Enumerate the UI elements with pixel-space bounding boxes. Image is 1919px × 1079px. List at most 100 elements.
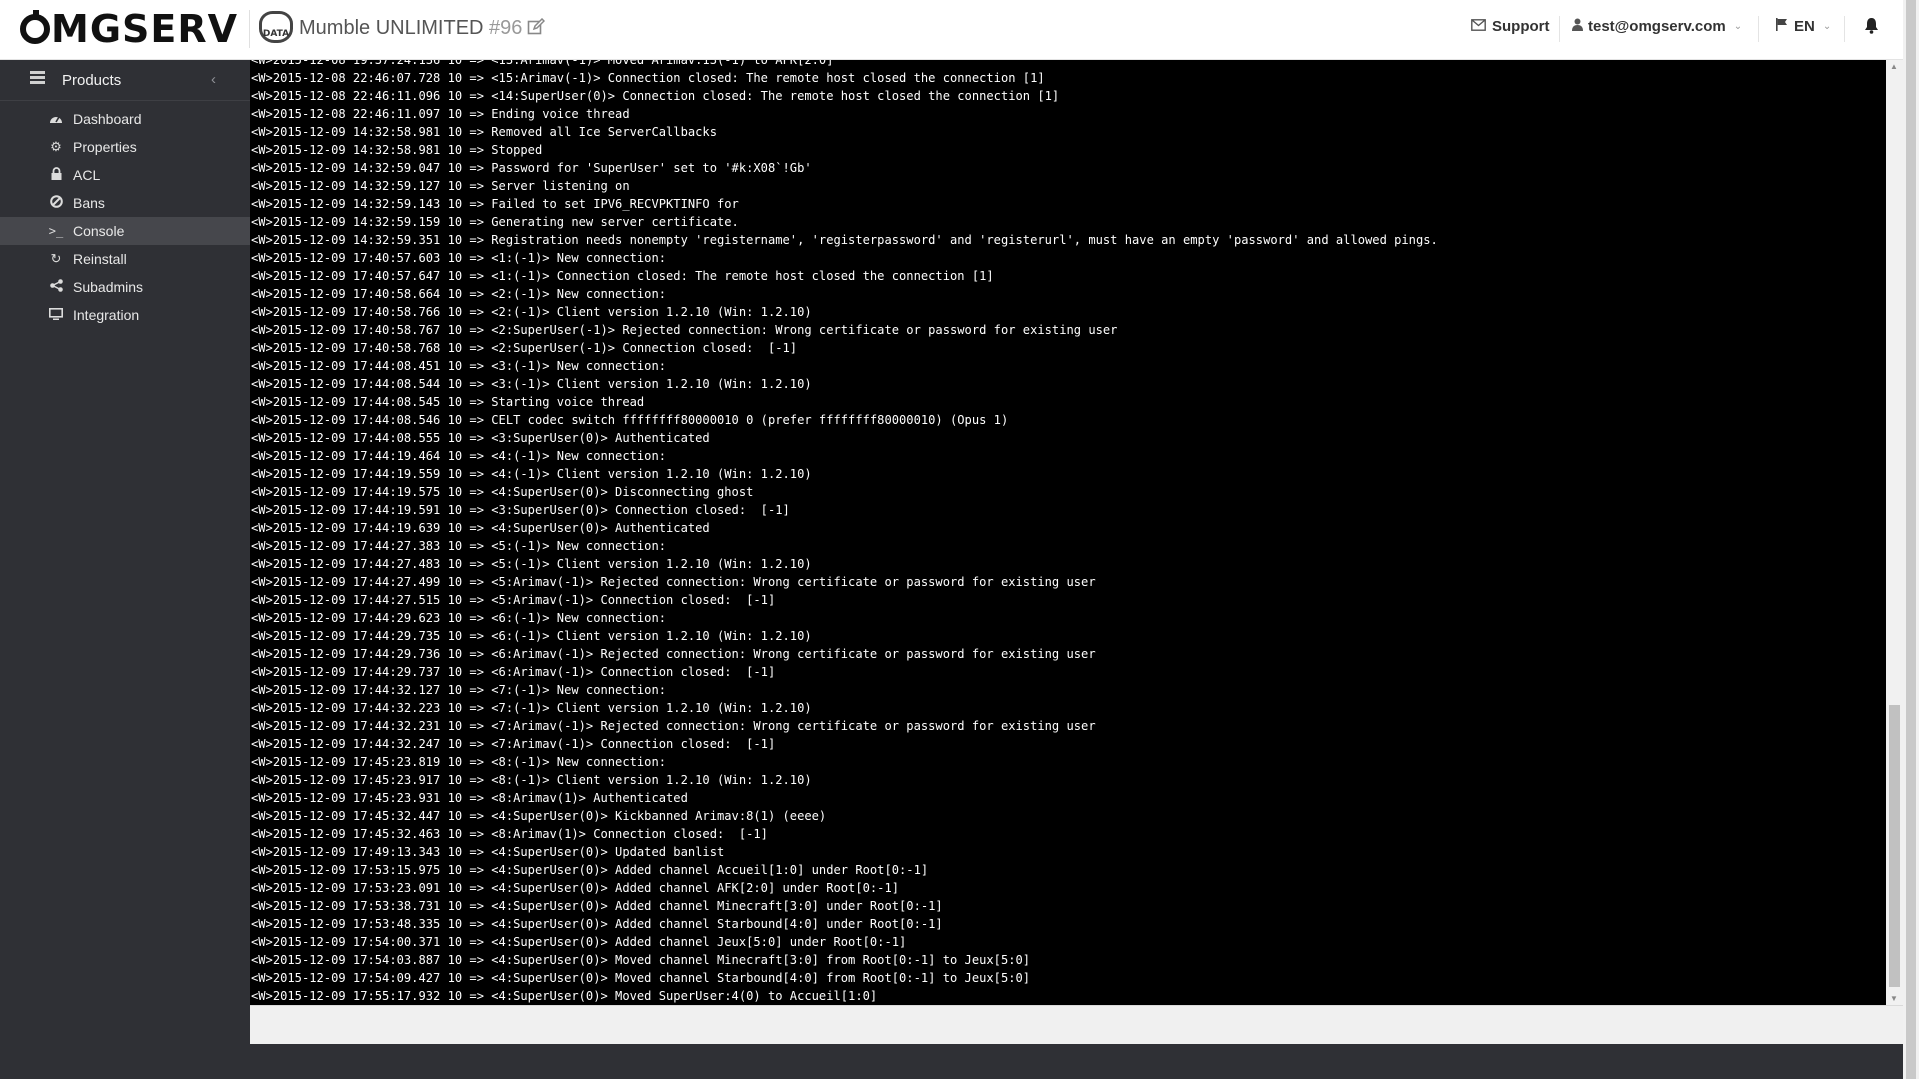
- product-title: Mumble UNLIMITED #96: [299, 17, 522, 40]
- sidebar-item-label: ACL: [73, 167, 101, 183]
- console-line: <W>2015-12-09 17:44:08.555 10 => <3:Supe…: [251, 431, 710, 445]
- console-line: <W>2015-12-09 17:44:32.127 10 => <7:(-1)…: [251, 683, 667, 697]
- sidebar-item-label: Bans: [73, 195, 105, 211]
- product-number: #96: [489, 17, 523, 39]
- chevron-left-icon[interactable]: ‹: [211, 71, 216, 88]
- console-line: <W>2015-12-09 14:32:59.143 10 => Failed …: [251, 197, 739, 211]
- console-line: <W>2015-12-09 14:32:59.159 10 => Generat…: [251, 215, 739, 229]
- sidebar-item-subadmins[interactable]: Subadmins: [0, 273, 250, 301]
- console-line: <W>2015-12-09 17:44:27.499 10 => <5:Arim…: [251, 575, 1096, 589]
- sidebar: Products ‹ Dashboard ⚙ Properties ACL Ba…: [0, 60, 250, 1079]
- console-line: <W>2015-12-09 17:45:23.917 10 => <8:(-1)…: [251, 773, 812, 787]
- console-line: <W>2015-12-08 22:46:11.097 10 => Ending …: [251, 107, 630, 121]
- console-line: <W>2015-12-09 17:44:29.736 10 => <6:Arim…: [251, 647, 1096, 661]
- sidebar-menu: Dashboard ⚙ Properties ACL Bans >_ Conso…: [0, 105, 250, 329]
- console-line: <W>2015-12-09 17:53:15.975 10 => <4:Supe…: [251, 863, 929, 877]
- console-line: <W>2015-12-09 17:44:08.451 10 => <3:(-1)…: [251, 359, 667, 373]
- console-line: <W>2015-12-09 17:44:29.737 10 => <6:Arim…: [251, 665, 776, 679]
- console-line: <W>2015-12-09 17:53:38.731 10 => <4:Supe…: [251, 899, 943, 913]
- account-email: test@omgserv.com: [1588, 18, 1726, 35]
- console-line: <W>2015-12-09 17:53:23.091 10 => <4:Supe…: [251, 881, 900, 895]
- edit-icon[interactable]: [527, 17, 546, 41]
- product-name: Mumble UNLIMITED: [299, 17, 484, 39]
- console-line: <W>2015-12-09 17:40:57.603 10 => <1:(-1)…: [251, 251, 667, 265]
- support-link[interactable]: Support: [1471, 18, 1550, 35]
- account-menu[interactable]: test@omgserv.com ⌄: [1572, 18, 1742, 35]
- console-line: <W>2015-12-09 17:44:08.544 10 => <3:(-1)…: [251, 377, 812, 391]
- footer: [250, 1044, 1903, 1079]
- sidebar-item-bans[interactable]: Bans: [0, 189, 250, 217]
- console-output[interactable]: <W>2015-12-08 19:37:24.136 10 => <13:Ari…: [250, 60, 1886, 1005]
- console-line: <W>2015-12-09 17:54:03.887 10 => <4:Supe…: [251, 953, 1031, 967]
- language-label: EN: [1794, 18, 1815, 35]
- support-label: Support: [1492, 18, 1550, 35]
- power-o-icon: [20, 10, 50, 44]
- lock-icon: [48, 167, 64, 183]
- sidebar-item-properties[interactable]: ⚙ Properties: [0, 133, 250, 161]
- flag-icon: [1775, 18, 1788, 35]
- sidebar-item-dashboard[interactable]: Dashboard: [0, 105, 250, 133]
- page-scrollbar-thumb[interactable]: [1906, 0, 1916, 1079]
- envelope-icon: [1471, 18, 1486, 35]
- console-scrollbar[interactable]: ▲ ▼: [1886, 60, 1903, 1005]
- sidebar-item-reinstall[interactable]: ↻ Reinstall: [0, 245, 250, 273]
- console-line: <W>2015-12-08 22:46:07.728 10 => <15:Ari…: [251, 71, 1045, 85]
- console-line: <W>2015-12-09 17:44:29.735 10 => <6:(-1)…: [251, 629, 812, 643]
- console-line: <W>2015-12-09 17:40:58.768 10 => <2:Supe…: [251, 341, 798, 355]
- console-line: <W>2015-12-09 17:40:57.647 10 => <1:(-1)…: [251, 269, 994, 283]
- chevron-down-icon: ⌄: [1822, 21, 1832, 32]
- console-line: <W>2015-12-09 14:32:59.351 10 => Registr…: [251, 233, 1438, 247]
- console-line: <W>2015-12-09 17:55:17.932 10 => <4:Supe…: [251, 989, 878, 1003]
- console-line: <W>2015-12-09 17:45:23.931 10 => <8:Arim…: [251, 791, 688, 805]
- sidebar-item-acl[interactable]: ACL: [0, 161, 250, 189]
- page-scrollbar[interactable]: [1903, 0, 1919, 1079]
- list-icon: [30, 71, 45, 89]
- omgserv-logo[interactable]: MGSERV: [20, 6, 238, 52]
- console-line: <W>2015-12-09 17:44:19.575 10 => <4:Supe…: [251, 485, 754, 499]
- console-log: <W>2015-12-08 19:37:24.136 10 => <13:Ari…: [250, 60, 1438, 1005]
- console-line: <W>2015-12-09 17:40:58.664 10 => <2:(-1)…: [251, 287, 667, 301]
- console-line: <W>2015-12-09 17:49:13.343 10 => <4:Supe…: [251, 845, 725, 859]
- refresh-icon: ↻: [50, 251, 62, 266]
- mumble-product-icon: DATA: [259, 11, 293, 43]
- console-line: <W>2015-12-09 17:40:58.766 10 => <2:(-1)…: [251, 305, 812, 319]
- sidebar-item-label: Integration: [73, 307, 140, 323]
- console-line: <W>2015-12-09 17:44:19.559 10 => <4:(-1)…: [251, 467, 812, 481]
- console-line: <W>2015-12-09 17:44:08.546 10 => CELT co…: [251, 413, 1009, 427]
- sidebar-products-header[interactable]: Products ‹: [0, 60, 250, 101]
- console-line: <W>2015-12-09 17:54:09.427 10 => <4:Supe…: [251, 971, 1031, 985]
- ban-icon: [48, 195, 64, 211]
- console-line: <W>2015-12-09 14:32:59.047 10 => Passwor…: [251, 161, 812, 175]
- console-line: <W>2015-12-09 17:45:32.463 10 => <8:Arim…: [251, 827, 768, 841]
- sidebar-item-label: Properties: [73, 139, 137, 155]
- console-line: <W>2015-12-09 14:32:58.981 10 => Removed…: [251, 125, 717, 139]
- user-icon: [1572, 18, 1583, 35]
- console-line: <W>2015-12-09 17:45:32.447 10 => <4:Supe…: [251, 809, 827, 823]
- sidebar-item-integration[interactable]: Integration: [0, 301, 250, 329]
- monitor-icon: [48, 307, 64, 323]
- sidebar-item-label: Dashboard: [73, 111, 142, 127]
- console-line: <W>2015-12-09 17:44:08.545 10 => Startin…: [251, 395, 645, 409]
- header-divider: [1559, 16, 1560, 42]
- header-divider: [249, 10, 250, 48]
- scroll-up-icon[interactable]: ▲: [1890, 62, 1898, 71]
- console-line: <W>2015-12-09 17:40:58.767 10 => <2:Supe…: [251, 323, 1118, 337]
- console-line: <W>2015-12-09 17:44:19.639 10 => <4:Supe…: [251, 521, 710, 535]
- console-command-input[interactable]: [250, 1006, 1903, 1044]
- chevron-down-icon: ⌄: [1733, 21, 1743, 32]
- language-selector[interactable]: EN ⌄: [1775, 18, 1831, 35]
- console-line: <W>2015-12-09 17:53:48.335 10 => <4:Supe…: [251, 917, 943, 931]
- bell-icon[interactable]: [1864, 17, 1879, 39]
- console-line: <W>2015-12-08 22:46:11.096 10 => <14:Sup…: [251, 89, 1060, 103]
- console-line: <W>2015-12-08 19:37:24.136 10 => <13:Ari…: [251, 60, 834, 67]
- logo-text: MGSERV: [51, 7, 239, 51]
- sidebar-item-console[interactable]: >_ Console: [0, 217, 250, 245]
- console-line: <W>2015-12-09 17:54:00.371 10 => <4:Supe…: [251, 935, 907, 949]
- scroll-down-icon[interactable]: ▼: [1890, 994, 1898, 1003]
- scrollbar-thumb[interactable]: [1889, 705, 1900, 987]
- console-line: <W>2015-12-09 17:45:23.819 10 => <8:(-1)…: [251, 755, 667, 769]
- console-line: <W>2015-12-09 17:44:27.383 10 => <5:(-1)…: [251, 539, 667, 553]
- gear-icon: ⚙: [50, 139, 62, 154]
- sidebar-item-label: Reinstall: [73, 251, 127, 267]
- console-line: <W>2015-12-09 17:44:29.623 10 => <6:(-1)…: [251, 611, 667, 625]
